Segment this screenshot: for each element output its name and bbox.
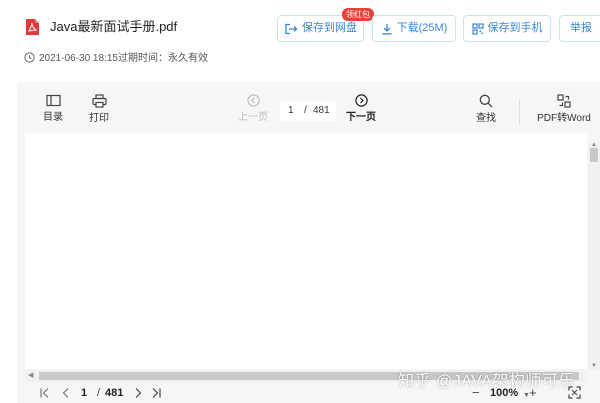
- file-meta: 2021-06-30 18:15过期时间：永久有效: [24, 52, 208, 66]
- page-separator: /: [304, 105, 307, 116]
- catalog-label: 目录: [43, 112, 63, 123]
- scroll-left-arrow-icon[interactable]: ◀: [28, 372, 33, 380]
- page-indicator[interactable]: 1 / 481: [280, 101, 336, 121]
- bottom-page-separator: /: [97, 387, 101, 399]
- download-button[interactable]: 下载(25M): [372, 15, 456, 42]
- convert-icon: [557, 94, 571, 108]
- search-icon: [479, 94, 493, 108]
- catalog-button[interactable]: 目录: [39, 94, 67, 124]
- report-button[interactable]: 举报: [559, 15, 600, 42]
- next-page-label: 下一页: [346, 112, 376, 123]
- first-page-icon[interactable]: [39, 387, 51, 399]
- report-label: 举报: [570, 22, 592, 34]
- next-page-button[interactable]: 下一页: [343, 94, 379, 124]
- vertical-scroll-thumb[interactable]: [590, 148, 598, 162]
- catalog-icon: [45, 94, 61, 107]
- search-button[interactable]: 查找: [472, 94, 500, 125]
- scroll-down-arrow-icon[interactable]: ▼: [591, 363, 597, 369]
- pdf-to-word-button[interactable]: PDF转Word: [535, 94, 593, 125]
- download-icon: [382, 23, 392, 34]
- download-label: 下载(25M): [396, 22, 448, 34]
- bottom-total-pages: 481: [105, 387, 124, 399]
- pdf-to-word-label: PDF转Word: [537, 113, 591, 124]
- pdf-file-icon: [26, 19, 39, 35]
- print-label: 打印: [89, 113, 109, 124]
- prev-page-icon[interactable]: [61, 387, 71, 399]
- search-label: 查找: [476, 113, 496, 124]
- watermark-text: 知乎 @JAVA架构师可乐: [398, 373, 575, 390]
- document-viewer: 目录 打印 上一页 1 / 481 下一页 查找 PDF转Word ▲ ▼ ◀ …: [17, 82, 600, 403]
- pdf-viewer-page: Java最新面试手册.pdf 2021-06-30 18:15过期时间：永久有效…: [0, 0, 600, 403]
- last-page-icon[interactable]: [150, 387, 162, 399]
- vertical-scrollbar[interactable]: ▲ ▼: [588, 142, 600, 370]
- pdf-page-canvas[interactable]: [25, 133, 587, 369]
- file-header: Java最新面试手册.pdf 2021-06-30 18:15过期时间：永久有效…: [0, 0, 600, 82]
- bottom-current-page[interactable]: 1: [81, 386, 87, 400]
- print-button[interactable]: 打印: [85, 94, 113, 125]
- chevron-right-circle-icon: [354, 94, 368, 107]
- total-pages: 481: [313, 105, 330, 116]
- toolbar-divider: [519, 100, 520, 124]
- previous-page-button[interactable]: 上一页: [235, 94, 271, 124]
- save-to-disk-icon: [285, 23, 298, 34]
- red-packet-badge: 领红包: [342, 8, 374, 21]
- previous-page-label: 上一页: [238, 112, 268, 123]
- printer-icon: [91, 94, 107, 108]
- clock-icon: [24, 52, 35, 63]
- expiry-text: 2021-06-30 18:15过期时间：永久有效: [39, 53, 208, 64]
- file-title: Java最新面试手册.pdf: [50, 19, 178, 34]
- current-page-input[interactable]: 1: [288, 101, 294, 121]
- qr-code-icon: [471, 22, 484, 35]
- save-to-phone-label: 保存到手机: [487, 22, 543, 34]
- next-page-icon[interactable]: [133, 387, 143, 399]
- chevron-left-circle-icon: [246, 94, 260, 107]
- viewer-toolbar: 目录 打印 上一页 1 / 481 下一页 查找 PDF转Word: [17, 82, 600, 132]
- save-to-phone-button[interactable]: 保存到手机: [463, 15, 551, 42]
